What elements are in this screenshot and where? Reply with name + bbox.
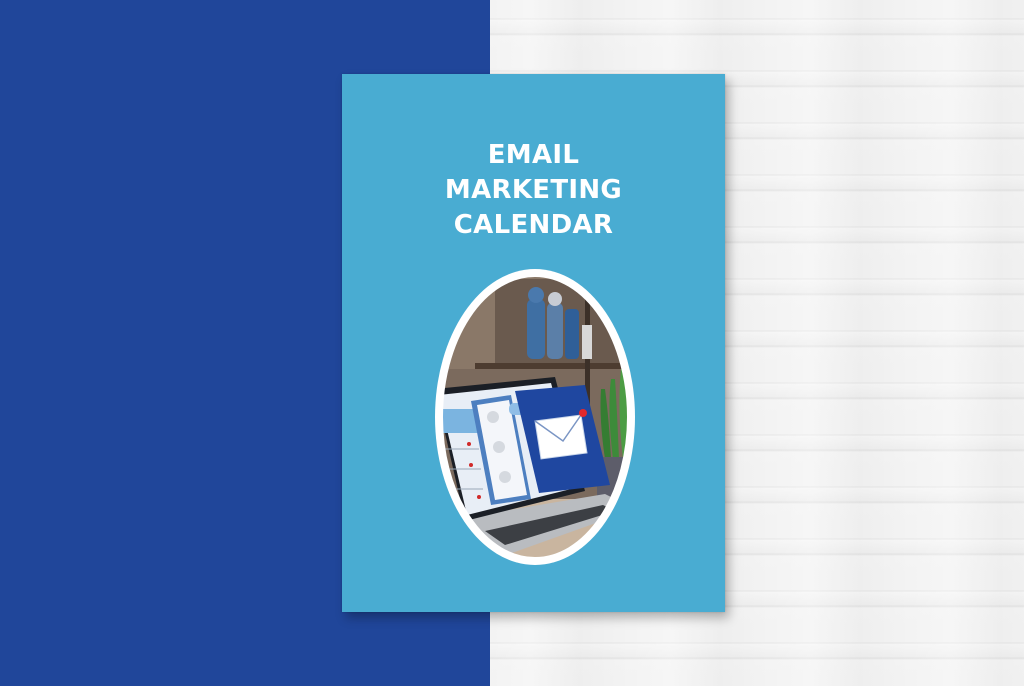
user-icon	[487, 411, 499, 423]
cover-title: EMAIL MARKETING CALENDAR	[342, 138, 725, 243]
cover-photo-frame	[435, 269, 635, 565]
envelope-icon	[534, 414, 588, 460]
title-line-2: MARKETING	[444, 175, 623, 205]
laptop-email-illustration	[439, 273, 631, 561]
notification-badge	[579, 409, 587, 417]
title-line-1: EMAIL	[487, 140, 580, 170]
title-line-3: CALENDAR	[453, 210, 614, 240]
ebook-cover: EMAIL MARKETING CALENDAR	[342, 74, 725, 612]
